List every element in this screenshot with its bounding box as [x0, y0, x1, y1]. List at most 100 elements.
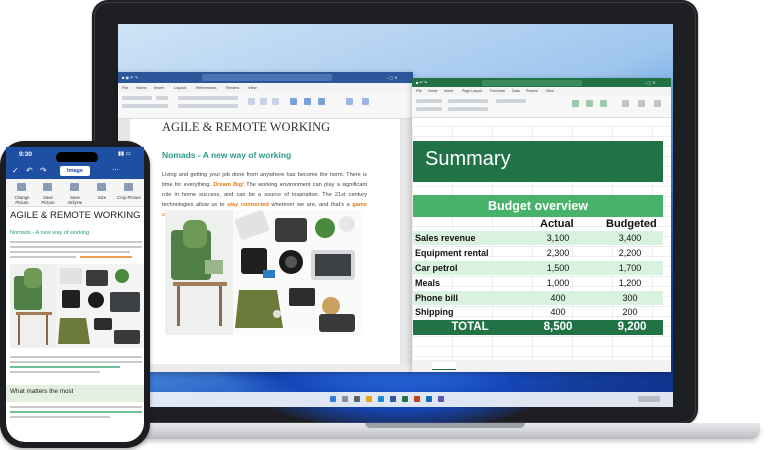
- phone-text-line: [10, 361, 142, 363]
- excel-format-buttons[interactable]: [416, 107, 442, 111]
- cell-styles-icon[interactable]: [600, 100, 607, 107]
- edge-icon[interactable]: [378, 396, 384, 402]
- total-budgeted[interactable]: 9,200: [594, 321, 670, 333]
- excel-font-box[interactable]: [416, 99, 442, 103]
- powerpoint-taskbar-icon[interactable]: [414, 396, 420, 402]
- change-picture-icon[interactable]: [17, 183, 26, 191]
- excel-menu-data[interactable]: Data: [512, 87, 520, 95]
- excel-menu-view[interactable]: View: [546, 87, 554, 95]
- style-normal-icon[interactable]: [260, 98, 267, 105]
- excel-taskbar-icon[interactable]: [402, 396, 408, 402]
- image-tab-button[interactable]: Image: [60, 166, 90, 176]
- dictate-icon[interactable]: [290, 98, 297, 105]
- redo-icon[interactable]: ↷: [40, 166, 47, 175]
- alignment-buttons[interactable]: [178, 104, 238, 108]
- menu-view[interactable]: View: [248, 83, 257, 92]
- crop-picture-button[interactable]: Crop Picture: [117, 195, 141, 200]
- phone-highlight-line: [10, 411, 142, 413]
- word-taskbar-icon[interactable]: [390, 396, 396, 402]
- cell-budgeted[interactable]: 3,400: [600, 233, 660, 243]
- format-buttons[interactable]: [122, 104, 168, 108]
- size-button[interactable]: Size: [90, 195, 114, 200]
- style-heading-icon[interactable]: [272, 98, 279, 105]
- row-label-equipment-rental[interactable]: Equipment rental: [415, 248, 489, 258]
- insert-cells-icon[interactable]: [622, 100, 629, 107]
- menu-file[interactable]: File: [122, 83, 128, 92]
- autosave-toggle[interactable]: ■ ◉ ↶ ↷: [122, 72, 138, 83]
- check-icon[interactable]: ✓: [12, 166, 19, 175]
- designer-icon[interactable]: [318, 98, 325, 105]
- cell-actual[interactable]: 1,500: [528, 263, 588, 273]
- excel-menu-insert[interactable]: Insert: [444, 87, 453, 95]
- excel-menu-home[interactable]: Home: [428, 87, 438, 95]
- editor-icon[interactable]: [304, 98, 311, 105]
- font-size-box[interactable]: [156, 96, 168, 100]
- total-actual[interactable]: 8,500: [520, 321, 596, 333]
- excel-window-controls-icon[interactable]: – ▢ ✕: [644, 78, 656, 87]
- excel-search-box[interactable]: [482, 79, 582, 86]
- conditional-format-icon[interactable]: [572, 100, 579, 107]
- total-label[interactable]: TOTAL: [430, 321, 510, 333]
- find-select-icon[interactable]: [654, 100, 661, 107]
- phone-section-heading: What matters the most: [10, 388, 74, 395]
- excel-menu-file[interactable]: File: [416, 87, 422, 95]
- cell-actual[interactable]: 2,300: [528, 248, 588, 258]
- row-label-car-petrol[interactable]: Car petrol: [415, 263, 458, 273]
- row-label-phone-bill[interactable]: Phone bill: [415, 293, 458, 303]
- cell-budgeted[interactable]: 1,200: [600, 278, 660, 288]
- sort-filter-icon[interactable]: [638, 100, 645, 107]
- font-name-box[interactable]: [122, 96, 152, 100]
- excel-wrap-buttons[interactable]: [448, 107, 488, 111]
- excel-menu-review[interactable]: Review: [526, 87, 538, 95]
- format-table-icon[interactable]: [586, 100, 593, 107]
- menu-review[interactable]: Review: [226, 83, 239, 92]
- crop-picture-icon[interactable]: [124, 183, 133, 191]
- excel-quick-access[interactable]: ■ ↶ ↷: [416, 78, 427, 87]
- excel-menu-formulas[interactable]: Formulas: [490, 87, 505, 95]
- system-tray-clock[interactable]: [638, 396, 660, 402]
- save-picture-button[interactable]: Save Picture: [36, 195, 60, 205]
- row-label-sales-revenue[interactable]: Sales revenue: [415, 233, 476, 243]
- undo-icon[interactable]: ↶: [26, 166, 33, 175]
- comments-icon[interactable]: [362, 98, 369, 105]
- row-label-shipping[interactable]: Shipping: [415, 307, 454, 317]
- save-online-icon[interactable]: [70, 183, 79, 191]
- task-view-icon[interactable]: [354, 396, 360, 402]
- cell-budgeted[interactable]: 2,200: [600, 248, 660, 258]
- sheet-tab[interactable]: [432, 362, 456, 370]
- menu-insert[interactable]: Insert: [154, 83, 164, 92]
- cell-budgeted[interactable]: 200: [600, 307, 660, 317]
- row-label-meals[interactable]: Meals: [415, 278, 440, 288]
- number-format-box[interactable]: [496, 99, 526, 103]
- size-icon[interactable]: [97, 183, 106, 191]
- save-online-button[interactable]: Save OnlyHe: [63, 195, 87, 205]
- more-icon[interactable]: ⋯: [112, 166, 119, 174]
- file-explorer-icon[interactable]: [366, 396, 372, 402]
- search-icon[interactable]: [342, 396, 348, 402]
- save-picture-icon[interactable]: [43, 183, 52, 191]
- cell-budgeted[interactable]: 1,700: [600, 263, 660, 273]
- share-icon[interactable]: [346, 98, 353, 105]
- cell-budgeted[interactable]: 300: [600, 293, 660, 303]
- phone-text-line: [10, 251, 130, 253]
- outlook-taskbar-icon[interactable]: [426, 396, 432, 402]
- cell-actual[interactable]: 1,000: [528, 278, 588, 288]
- phone-document-title: AGILE & REMOTE WORKING: [10, 210, 141, 221]
- cell-actual[interactable]: 400: [528, 307, 588, 317]
- highlight-stay-connected: stay connected: [227, 202, 269, 208]
- excel-alignment-buttons[interactable]: [448, 99, 488, 103]
- start-icon[interactable]: [330, 396, 336, 402]
- summary-title: Summary: [425, 148, 511, 170]
- window-controls-icon[interactable]: – ▢ ✕: [386, 72, 398, 83]
- paragraph-buttons[interactable]: [178, 96, 238, 100]
- teams-taskbar-icon[interactable]: [438, 396, 444, 402]
- word-search-box[interactable]: [202, 74, 332, 81]
- cell-actual[interactable]: 3,100: [528, 233, 588, 243]
- menu-layout[interactable]: Layout: [174, 83, 186, 92]
- change-picture-button[interactable]: Change Picture: [10, 195, 34, 205]
- cell-actual[interactable]: 400: [528, 293, 588, 303]
- menu-home[interactable]: Home: [136, 83, 147, 92]
- styles-icon[interactable]: [248, 98, 255, 105]
- menu-references[interactable]: References: [196, 83, 216, 92]
- excel-menu-page-layout[interactable]: Page Layout: [462, 87, 482, 95]
